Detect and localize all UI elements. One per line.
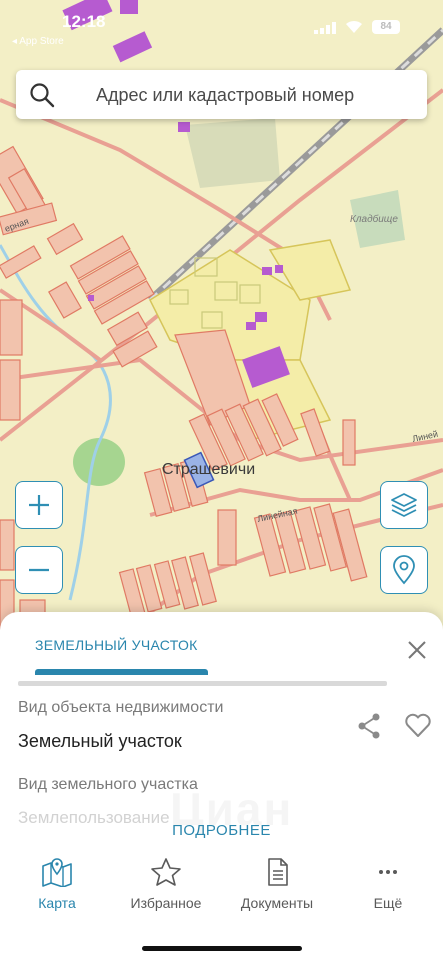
home-indicator xyxy=(142,946,302,951)
status-time: 12:18 xyxy=(62,12,106,31)
map-zone xyxy=(185,118,280,188)
search-icon xyxy=(30,83,55,108)
nav-more[interactable]: Ещё xyxy=(333,857,443,911)
battery-indicator: 84 xyxy=(372,20,400,34)
nav-more-label: Ещё xyxy=(373,895,403,911)
star-icon xyxy=(151,858,181,886)
nav-documents-label: Документы xyxy=(240,895,314,911)
signal-icon xyxy=(314,22,336,34)
status-bar: 12:18 ◂ App Store 84 xyxy=(0,0,443,48)
object-type-value: Земельный участок xyxy=(18,731,182,751)
more-details-button[interactable]: ПОДРОБНЕЕ xyxy=(0,822,443,839)
label-cemetery: Кладбище xyxy=(350,213,398,225)
search-input[interactable]: Адрес или кадастровый номер xyxy=(96,85,354,106)
back-to-app-store[interactable]: ◂ App Store xyxy=(12,36,64,47)
object-type-label: Вид объекта недвижимости xyxy=(18,699,224,716)
map-icon xyxy=(42,858,72,887)
document-icon xyxy=(268,858,288,886)
label-village: Страшевичи xyxy=(162,461,255,478)
heart-icon[interactable] xyxy=(404,712,432,738)
tab-land-parcel[interactable]: ЗЕМЕЛЬНЫЙ УЧАСТОК xyxy=(35,637,198,653)
more-dots-icon xyxy=(379,870,397,874)
parcel-type-label: Вид земельного участка xyxy=(18,776,198,793)
tab-divider xyxy=(18,681,387,686)
search-bar[interactable]: Адрес или кадастровый номер xyxy=(16,70,427,119)
share-icon[interactable] xyxy=(356,712,382,740)
my-location-button[interactable] xyxy=(380,546,428,594)
parcel-info-sheet: ЗЕМЕЛЬНЫЙ УЧАСТОК Циан Вид объекта недви… xyxy=(0,612,443,960)
nav-documents[interactable]: Документы xyxy=(222,857,332,911)
plus-icon xyxy=(29,495,49,515)
nav-map-label: Карта xyxy=(38,895,76,911)
layers-button[interactable] xyxy=(380,481,428,529)
minus-icon xyxy=(29,568,49,572)
tab-indicator xyxy=(35,669,208,675)
wifi-icon xyxy=(346,20,362,33)
close-icon[interactable] xyxy=(404,637,430,663)
zoom-in-button[interactable] xyxy=(15,481,63,529)
nav-favorites[interactable]: Избранное xyxy=(111,857,221,911)
zoom-out-button[interactable] xyxy=(15,546,63,594)
location-pin-icon xyxy=(393,555,415,585)
nav-favorites-label: Избранное xyxy=(130,895,202,911)
nav-map[interactable]: Карта xyxy=(2,857,112,911)
layers-icon xyxy=(391,493,417,517)
